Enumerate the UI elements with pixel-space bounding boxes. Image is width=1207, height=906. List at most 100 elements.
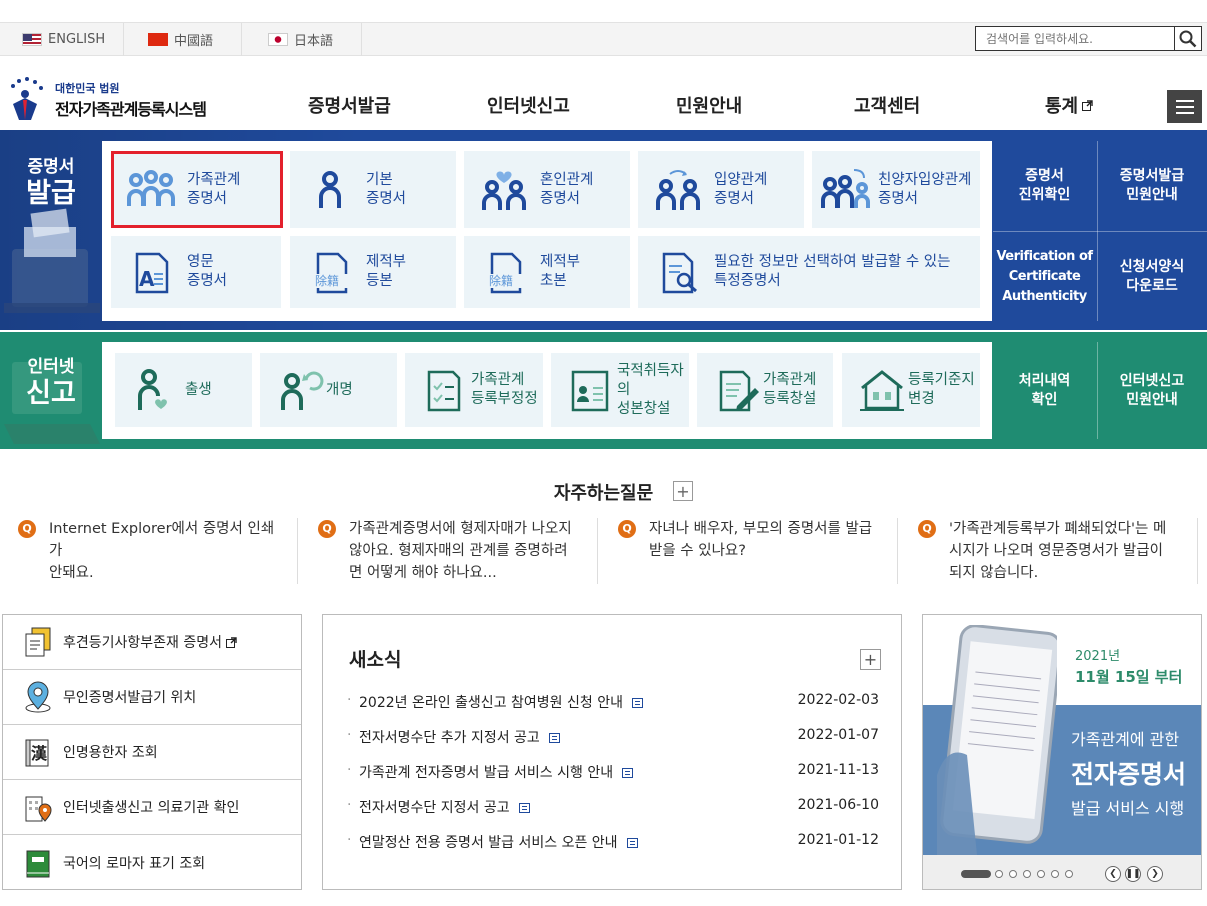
tile-label: 영문 <box>187 254 214 270</box>
english-document-icon: A <box>135 252 169 294</box>
news-item-date: 2021-11-13 <box>797 762 879 778</box>
form-download[interactable]: 신청서양식 다운로드 <box>1097 232 1207 322</box>
quick-kiosk-location[interactable]: 무인증명서발급기 위치 <box>3 670 301 725</box>
faq-item[interactable]: Q Internet Explorer에서 증명서 인쇄가 안돼요. <box>3 518 298 584</box>
lang-english[interactable]: ENGLISH <box>0 23 124 56</box>
side-label: 처리내역 <box>1018 372 1071 389</box>
house-icon <box>860 370 904 411</box>
tile-birth-report[interactable]: 출생 <box>115 353 252 427</box>
nav-internet-report[interactable]: 인터넷신고 <box>487 92 570 118</box>
tile-label: 특정증명서 <box>714 273 781 289</box>
quick-label: 인터넷출생신고 의료기관 확인 <box>63 800 240 816</box>
tile-register-creation[interactable]: 가족관계 등록창설 <box>697 353 833 427</box>
faq-item[interactable]: Q '가족관계등록부가 폐쇄되었다'는 메 시지가 나오며 영문증명서가 발급이 되지… <box>903 518 1198 584</box>
svg-text:A: A <box>139 267 155 291</box>
banner-pause-button[interactable]: ❚❚ <box>1125 866 1141 882</box>
nav-certificate[interactable]: 증명서발급 <box>308 92 391 118</box>
search-input[interactable] <box>975 26 1175 51</box>
faq-text: 받을 수 있나요? <box>649 543 746 559</box>
quick-hospital-check[interactable]: 인터넷출생신고 의료기관 확인 <box>3 780 301 835</box>
pen-document-icon <box>719 370 759 412</box>
tile-label: 가족관계 <box>471 372 525 388</box>
side-label: Certificate <box>1008 269 1081 284</box>
tile-register-correction[interactable]: 가족관계 등록부정정 <box>405 353 543 427</box>
cert-authenticity-check[interactable]: 증명서 진위확인 <box>993 141 1096 231</box>
menu-button[interactable] <box>1167 90 1202 123</box>
banner-prev-button[interactable]: ❮ <box>1105 866 1121 882</box>
news-more-button[interactable]: + <box>860 649 881 670</box>
quick-romanization[interactable]: 국어의 로마자 표기 조회 <box>3 835 301 890</box>
pagination-active[interactable] <box>961 870 991 878</box>
faq-item[interactable]: Q 가족관계증명서에 형제자매가 나오지 않아요. 형제자매의 관계를 증명하려 면 … <box>303 518 598 584</box>
tile-label: 개명 <box>326 381 353 398</box>
banner-line3: 발급 서비스 시행 <box>1071 799 1185 818</box>
tile-label: 제적부 <box>540 254 581 270</box>
tile-removed-register-copy[interactable]: 除籍 제적부 등본 <box>290 236 456 308</box>
news-item[interactable]: · 전자서명수단 지정서 공고 2021-06-10 <box>347 797 879 817</box>
tile-label: 성본창설 <box>617 400 671 417</box>
nav-customer-center[interactable]: 고객센터 <box>854 92 920 118</box>
tile-specific-cert[interactable]: 필요한 정보만 선택하여 발급할 수 있는 특정증명서 <box>638 236 980 308</box>
news-item[interactable]: · 전자서명수단 추가 지정서 공고 2022-01-07 <box>347 727 879 747</box>
quick-guardianship-cert[interactable]: 후견등기사항부존재 증명서 <box>3 615 301 670</box>
news-item[interactable]: · 연말정산 전용 증명서 발급 서비스 오픈 안내 2021-01-12 <box>347 832 879 852</box>
tile-label: 증명서 <box>878 190 919 207</box>
news-item[interactable]: · 가족관계 전자증명서 발급 서비스 시행 안내 2021-11-13 <box>347 762 879 782</box>
checklist-icon <box>427 370 461 412</box>
tile-basic-cert[interactable]: 기본 증명서 <box>290 151 456 228</box>
site-logo[interactable]: 대한민국 법원 전자가족관계등록시스템 <box>5 76 225 126</box>
side-label: 증명서 <box>1025 168 1064 184</box>
faq-more-button[interactable]: + <box>673 481 693 501</box>
tile-naturalized-surname[interactable]: 국적취득자의성본창설 <box>551 353 689 427</box>
promo-banner[interactable]: 2021년 11월 15일 부터 가족관계에 관한 전자증명서 발급 서비스 시… <box>922 614 1202 890</box>
faq-item[interactable]: Q 자녀나 배우자, 부모의 증명서를 발급 받을 수 있나요? <box>603 518 898 584</box>
search-button[interactable] <box>1174 26 1202 51</box>
document-icon <box>548 733 560 743</box>
pagination-dot[interactable] <box>1023 870 1031 878</box>
news-item-title: 2022년 온라인 출생신고 참여병원 신청 안내 <box>359 695 623 711</box>
pagination-dot[interactable] <box>1037 870 1045 878</box>
us-flag-icon <box>22 33 42 46</box>
net-civil-guide[interactable]: 인터넷신고 민원안내 <box>1097 342 1207 439</box>
tile-marriage-cert[interactable]: 혼인관계 증명서 <box>464 151 630 228</box>
banner-next-button[interactable]: ❯ <box>1147 866 1163 882</box>
faq-title: 자주하는질문 <box>553 483 654 504</box>
nav-civil-guide[interactable]: 민원안내 <box>676 92 742 118</box>
couple-heart-icon <box>482 170 526 210</box>
tile-adoption-cert[interactable]: 입양관계 증명서 <box>638 151 804 228</box>
document-icon <box>518 803 530 813</box>
news-item-date: 2022-01-07 <box>797 727 879 743</box>
verification-link[interactable]: Verification of Certificate Authenticity <box>993 232 1096 322</box>
search-icon <box>1179 30 1197 47</box>
cert-civil-guide[interactable]: 증명서발급 민원안내 <box>1097 141 1207 231</box>
pagination-dot[interactable] <box>1051 870 1059 878</box>
faq-text: 않아요. 형제자매의 관계를 증명하려 <box>349 543 568 559</box>
tile-domicile-change[interactable]: 등록기준지 변경 <box>842 353 980 427</box>
faq-text: '가족관계등록부가 폐쇄되었다'는 메 <box>949 521 1167 537</box>
banner-date: 11월 15일 부터 <box>1075 668 1183 686</box>
document-icon <box>25 627 51 657</box>
lang-japanese[interactable]: 日本語 <box>242 23 362 56</box>
pagination-dot[interactable] <box>1009 870 1017 878</box>
quick-label: 인명용한자 조회 <box>63 745 158 761</box>
tile-label: 제적부 <box>366 254 407 270</box>
tile-full-adoption-cert[interactable]: 친양자입양관계 증명서 <box>812 151 980 228</box>
tile-label: 국적취득자의 <box>617 362 684 398</box>
tile-english-cert[interactable]: A 영문증명서 <box>111 236 281 308</box>
quick-label: 후견등기사항부존재 증명서 <box>63 635 223 651</box>
processing-history[interactable]: 처리내역 확인 <box>993 342 1096 439</box>
external-link-icon <box>226 636 237 648</box>
tile-label: 등록창설 <box>763 391 817 407</box>
tile-label: 증명서 <box>187 273 228 289</box>
pagination-dot[interactable] <box>1065 870 1073 878</box>
tile-name-change[interactable]: 개명 <box>260 353 397 427</box>
faq-text: 되지 않습니다. <box>949 565 1039 581</box>
nav-statistics[interactable]: 통계 <box>1045 92 1093 118</box>
lang-chinese[interactable]: 中國語 <box>124 23 242 56</box>
pagination-dot[interactable] <box>995 870 1003 878</box>
tile-label: 출생 <box>185 381 212 398</box>
tile-removed-register-abstract[interactable]: 除籍 제적부 초본 <box>464 236 630 308</box>
quick-name-hanja[interactable]: 漢 인명용한자 조회 <box>3 725 301 780</box>
news-item[interactable]: · 2022년 온라인 출생신고 참여병원 신청 안내 2022-02-03 <box>347 692 879 712</box>
news-item-date: 2021-01-12 <box>797 832 879 848</box>
